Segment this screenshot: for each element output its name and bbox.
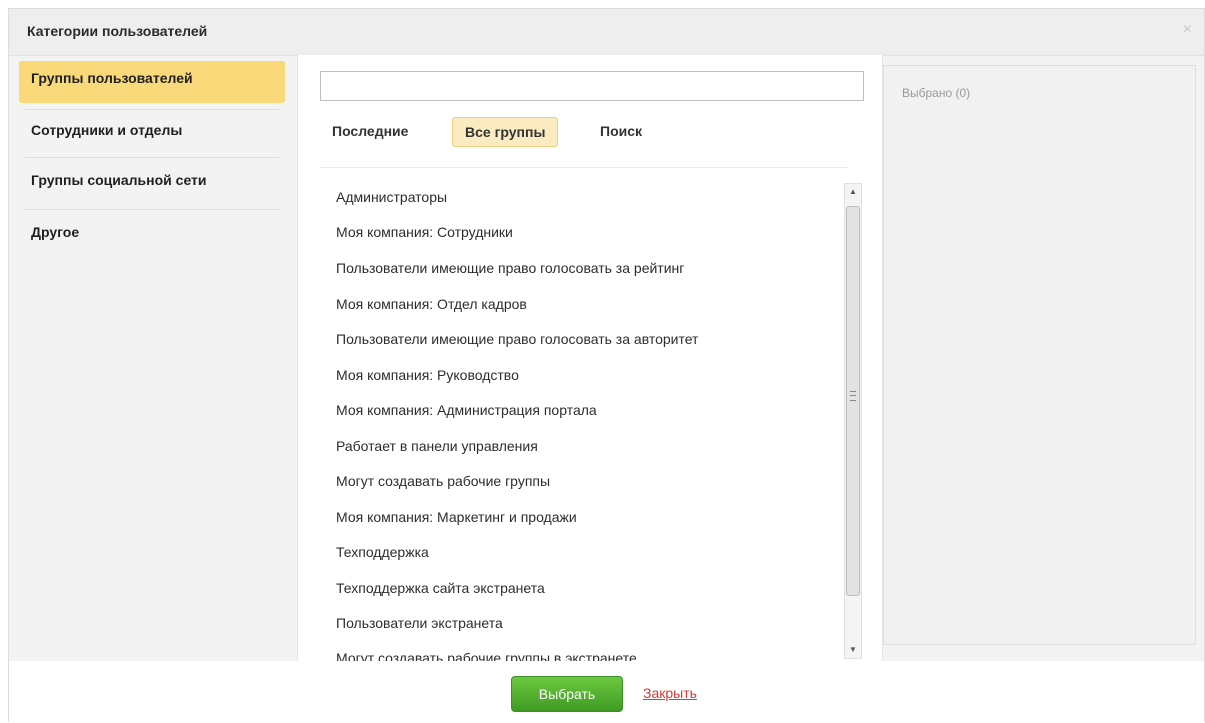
groups-panel: Последние Все группы Поиск Администратор…	[297, 55, 883, 661]
list-item[interactable]: Моя компания: Отдел кадров	[336, 296, 527, 312]
grip-icon	[850, 391, 856, 401]
sidebar-item-user-groups[interactable]: Группы пользователей	[19, 61, 285, 103]
sidebar-divider	[25, 209, 279, 210]
sidebar-item-other[interactable]: Другое	[19, 215, 285, 257]
tab-search[interactable]: Поиск	[588, 117, 654, 147]
arrow-down-icon[interactable]: ▼	[845, 642, 861, 658]
close-link[interactable]: Закрыть	[643, 685, 697, 701]
list-item[interactable]: Техподдержка	[336, 544, 429, 560]
dialog-title: Категории пользователей	[27, 23, 208, 39]
list-item[interactable]: Моя компания: Маркетинг и продажи	[336, 509, 577, 525]
dialog-footer: Выбрать Закрыть	[9, 661, 1204, 723]
list-item[interactable]: Могут создавать рабочие группы	[336, 473, 550, 489]
user-categories-dialog: Категории пользователей × Группы пользов…	[8, 8, 1205, 723]
selected-panel: Выбрано (0)	[883, 65, 1196, 645]
search-input[interactable]	[320, 71, 864, 101]
list-item[interactable]: Работает в панели управления	[336, 438, 538, 454]
list-item[interactable]: Моя компания: Сотрудники	[336, 224, 513, 240]
list-item[interactable]: Техподдержка сайта экстранета	[336, 580, 545, 596]
sidebar-item-social-groups[interactable]: Группы социальной сети	[19, 163, 285, 205]
scrollbar-thumb[interactable]	[846, 206, 860, 596]
tabs-divider	[320, 167, 848, 168]
list-item[interactable]: Пользователи имеющие право голосовать за…	[336, 331, 698, 347]
list-item[interactable]: Могут создавать рабочие группы в экстран…	[336, 650, 637, 661]
list-item[interactable]: Администраторы	[336, 189, 447, 205]
tab-recent[interactable]: Последние	[320, 117, 420, 147]
select-button[interactable]: Выбрать	[511, 676, 623, 712]
list-item[interactable]: Моя компания: Руководство	[336, 367, 519, 383]
sidebar-divider	[25, 157, 279, 158]
list-item[interactable]: Моя компания: Администрация портала	[336, 402, 597, 418]
list-item[interactable]: Пользователи экстранета	[336, 615, 503, 631]
selected-count-label: Выбрано (0)	[902, 86, 971, 100]
list-item[interactable]: Пользователи имеющие право голосовать за…	[336, 260, 684, 276]
close-icon[interactable]: ×	[1183, 21, 1192, 39]
sidebar-divider	[25, 109, 279, 110]
group-list: Администраторы Моя компания: Сотрудники …	[322, 183, 832, 661]
category-sidebar: Группы пользователей Сотрудники и отделы…	[19, 59, 289, 659]
group-list-scrollbar[interactable]: ▲ ▼	[844, 183, 862, 659]
tab-all-groups[interactable]: Все группы	[452, 117, 559, 147]
sidebar-item-employees-departments[interactable]: Сотрудники и отделы	[19, 113, 285, 155]
arrow-up-icon[interactable]: ▲	[845, 184, 861, 200]
dialog-titlebar: Категории пользователей ×	[9, 9, 1204, 56]
